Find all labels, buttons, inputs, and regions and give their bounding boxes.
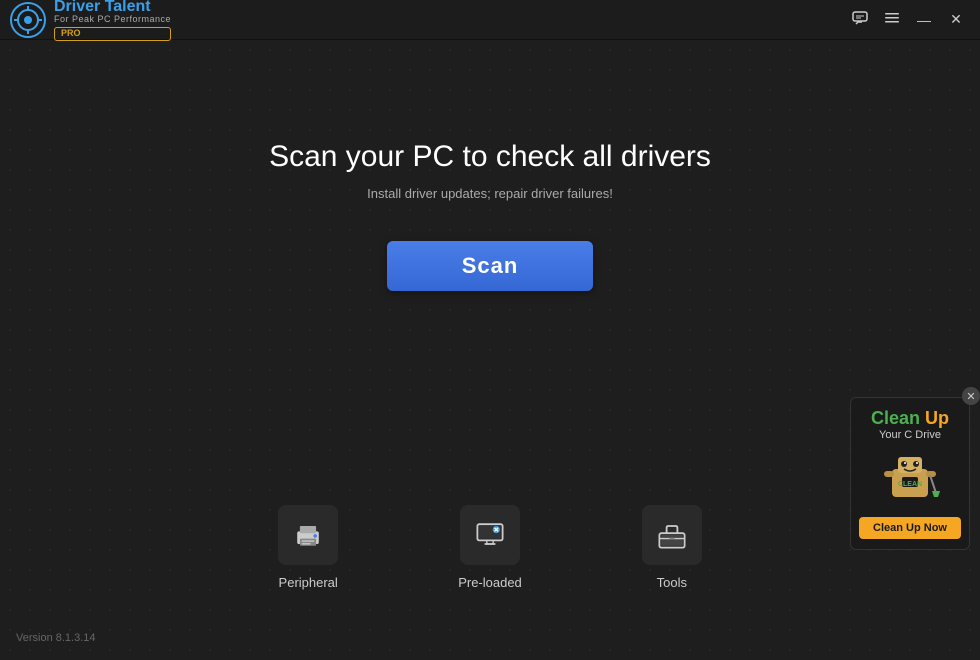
center-content: Scan your PC to check all drivers Instal… <box>269 140 711 291</box>
chat-button[interactable] <box>846 8 874 32</box>
peripheral-icon-circle <box>278 505 338 565</box>
preloaded-icon-circle <box>460 505 520 565</box>
tools-label: Tools <box>657 575 687 590</box>
close-button[interactable]: ✕ <box>942 8 970 32</box>
preloaded-label: Pre-loaded <box>458 575 522 590</box>
peripheral-label: Peripheral <box>279 575 338 590</box>
main-subheading: Install driver updates; repair driver fa… <box>367 186 613 201</box>
cleanup-now-button[interactable]: Clean Up Now <box>859 517 961 539</box>
titlebar: Driver Talent For Peak PC Performance PR… <box>0 0 980 40</box>
tools-icon <box>654 517 690 553</box>
cleanup-title-clean: Clean <box>871 408 920 428</box>
main-heading: Scan your PC to check all drivers <box>269 140 711 174</box>
minimize-icon: — <box>917 12 931 28</box>
app-logo-icon <box>10 2 46 38</box>
pro-badge: PRO <box>54 27 171 41</box>
cleanup-icon-area: CLEAN <box>859 447 961 507</box>
svg-text:CLEAN: CLEAN <box>898 481 922 488</box>
scan-button[interactable]: Scan <box>387 241 593 291</box>
titlebar-controls: — ✕ <box>846 8 970 32</box>
cleanup-title: Clean Up <box>859 408 961 429</box>
minimize-button[interactable]: — <box>910 8 938 32</box>
tools-icon-item[interactable]: Tools <box>642 505 702 590</box>
main-content: Scan your PC to check all drivers Instal… <box>0 40 980 660</box>
titlebar-left: Driver Talent For Peak PC Performance PR… <box>10 0 171 41</box>
menu-button[interactable] <box>878 8 906 32</box>
tools-icon-circle <box>642 505 702 565</box>
cleanup-subtitle: Your C Drive <box>859 429 961 441</box>
logo-text: Driver Talent For Peak PC Performance PR… <box>54 0 171 41</box>
close-icon: ✕ <box>950 11 962 28</box>
preloaded-icon <box>472 517 508 553</box>
app-name: Driver Talent <box>54 0 171 15</box>
cleanup-mascot-icon: CLEAN <box>880 449 940 505</box>
cleanup-ad-banner[interactable]: ✕ Clean Up Your C Drive <box>850 397 970 550</box>
bottom-icons-row: Peripheral Pre-loaded <box>0 505 980 590</box>
preloaded-icon-item[interactable]: Pre-loaded <box>458 505 522 590</box>
cleanup-close-button[interactable]: ✕ <box>962 387 980 405</box>
peripheral-icon-item[interactable]: Peripheral <box>278 505 338 590</box>
chat-icon <box>852 11 868 28</box>
cleanup-title-up: Up <box>925 408 949 428</box>
version-text: Version 8.1.3.14 <box>16 632 96 644</box>
cleanup-content: Clean Up Your C Drive <box>850 397 970 550</box>
peripheral-icon <box>290 517 326 553</box>
app-tagline: For Peak PC Performance <box>54 15 171 25</box>
menu-icon <box>884 11 900 28</box>
